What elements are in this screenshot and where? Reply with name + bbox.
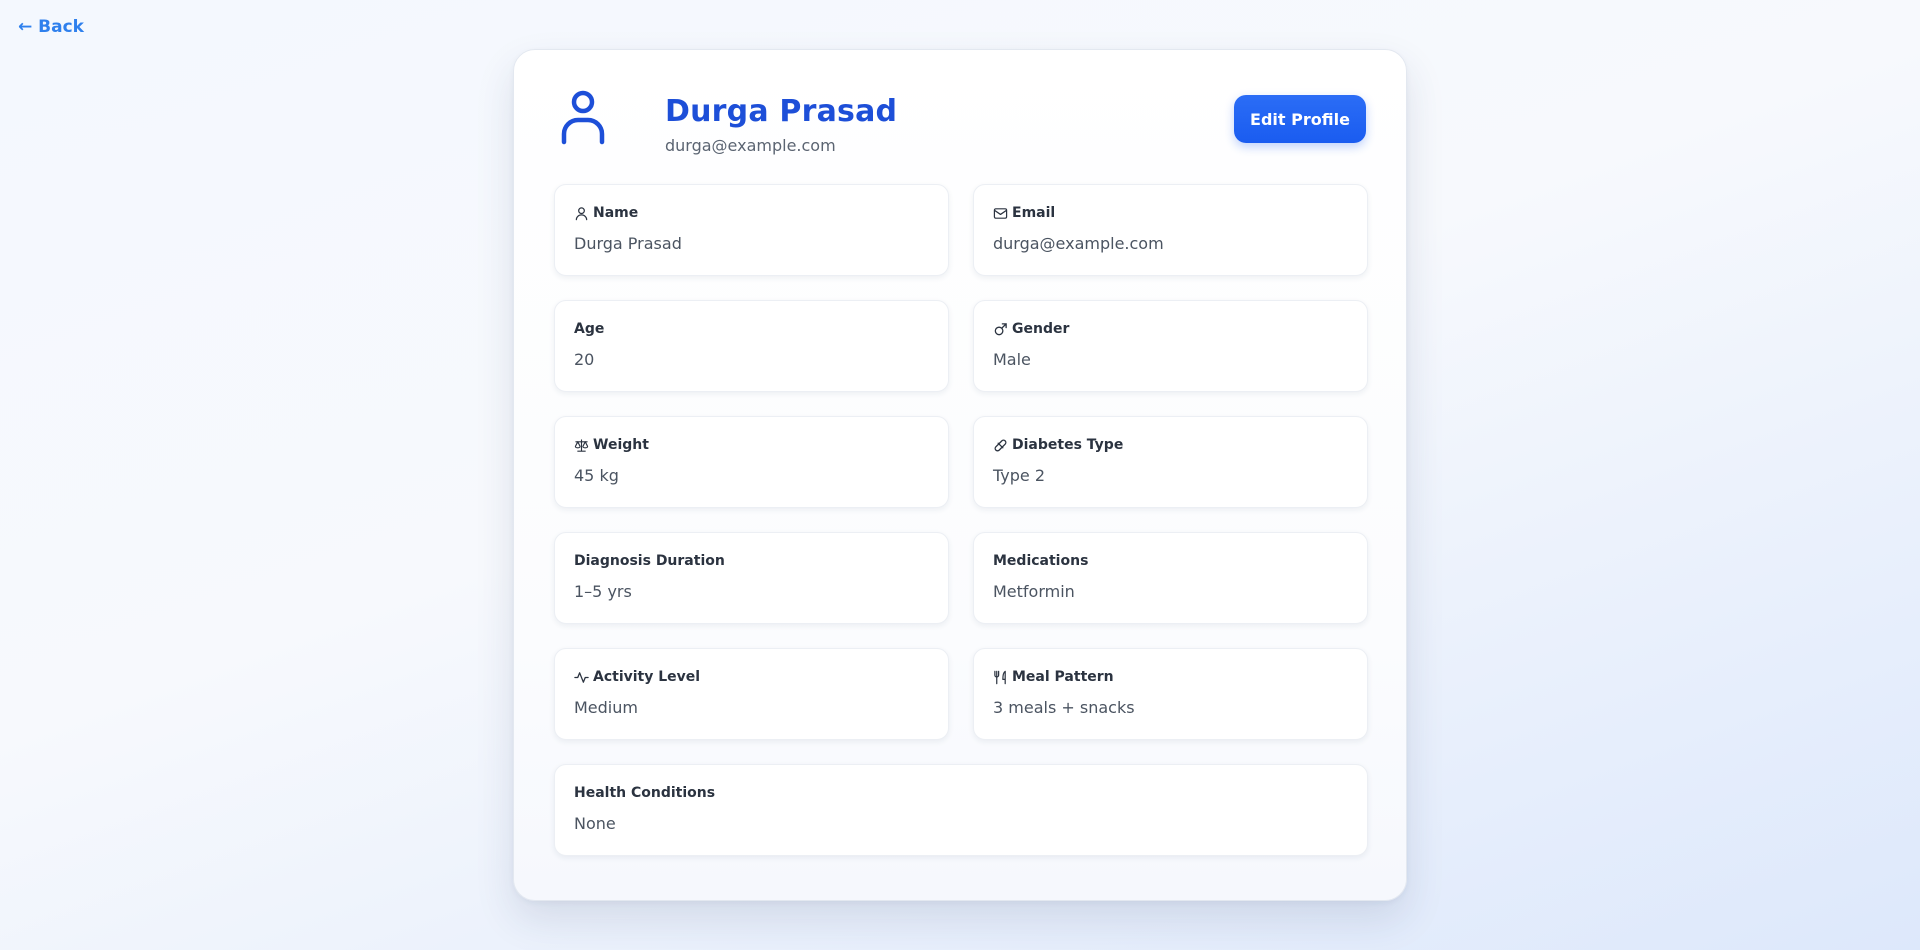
profile-card: Durga Prasad durga@example.com Edit Prof… (513, 49, 1407, 901)
profile-name: Durga Prasad (665, 94, 898, 129)
field-label: Age (574, 321, 605, 337)
back-link[interactable]: ← Back (18, 17, 84, 37)
field-label: Health Conditions (574, 785, 716, 801)
field-label: Meal Pattern (1012, 669, 1114, 685)
field-age: Age 20 (554, 300, 949, 392)
user-avatar-icon (561, 90, 605, 145)
field-email: Email durga@example.com (973, 184, 1368, 276)
activity-icon (574, 671, 589, 683)
profile-email: durga@example.com (665, 136, 836, 155)
field-name: Name Durga Prasad (554, 184, 949, 276)
scale-icon (574, 438, 589, 452)
field-value: 1–5 yrs (574, 582, 632, 601)
field-label: Gender (1012, 321, 1070, 337)
field-label: Diagnosis Duration (574, 553, 725, 569)
pill-icon (994, 439, 1007, 451)
field-value: Male (993, 350, 1031, 369)
field-value: durga@example.com (993, 234, 1164, 253)
utensils-icon (994, 670, 1006, 684)
field-value: Medium (574, 698, 638, 717)
field-medications: Medications Metformin (973, 532, 1368, 624)
field-activity-level: Activity Level Medium (554, 648, 949, 740)
profile-header: Durga Prasad durga@example.com Edit Prof… (554, 90, 1366, 155)
user-icon (575, 206, 588, 220)
mail-icon (993, 207, 1008, 219)
field-label: Name (593, 205, 639, 221)
profile-fields-grid: Name Durga Prasad Email durga@example.co… (554, 184, 1368, 856)
male-icon (994, 322, 1007, 335)
field-value: 20 (574, 350, 595, 369)
field-value: 3 meals + snacks (993, 698, 1135, 717)
field-value: Durga Prasad (574, 234, 682, 253)
field-weight: Weight 45 kg (554, 416, 949, 508)
field-meal-pattern: Meal Pattern 3 meals + snacks (973, 648, 1368, 740)
field-label: Activity Level (593, 669, 701, 685)
field-label: Weight (593, 437, 649, 453)
edit-profile-button[interactable]: Edit Profile (1234, 95, 1366, 143)
field-value: Type 2 (993, 466, 1046, 485)
field-health-conditions: Health Conditions None (554, 764, 1368, 856)
field-label: Medications (993, 553, 1089, 569)
field-gender: Gender Male (973, 300, 1368, 392)
field-label: Diabetes Type (1012, 437, 1124, 453)
field-diagnosis-duration: Diagnosis Duration 1–5 yrs (554, 532, 949, 624)
field-value: None (574, 814, 616, 833)
field-label: Email (1012, 205, 1056, 221)
field-value: 45 kg (574, 466, 619, 485)
field-value: Metformin (993, 582, 1075, 601)
field-diabetes-type: Diabetes Type Type 2 (973, 416, 1368, 508)
